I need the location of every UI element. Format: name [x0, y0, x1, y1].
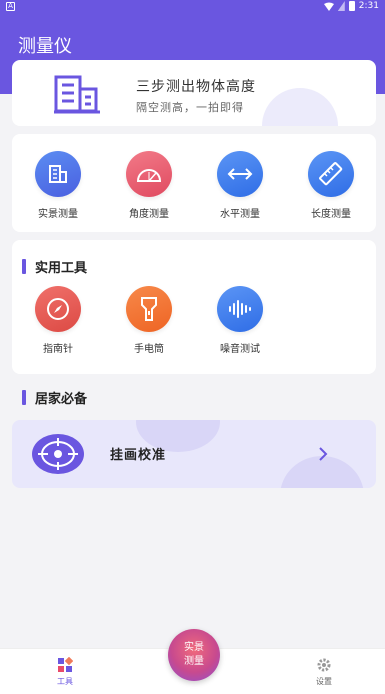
picture-calibration-banner[interactable]: 挂画校准 — [12, 420, 376, 488]
flashlight-icon — [126, 286, 172, 332]
signal-icon — [337, 1, 345, 11]
measure-tools-card: 实景测量 角度测量 水平测量 长度测量 — [12, 134, 376, 232]
fab-line1: 实景 — [184, 642, 204, 653]
tool-angle-measure[interactable]: 角度测量 — [114, 151, 184, 220]
horizontal-arrow-icon — [217, 151, 263, 197]
battery-icon — [348, 1, 355, 11]
hero-subline: 隔空测高，一拍即得 — [136, 101, 244, 114]
hero-headline: 三步测出物体高度 — [136, 79, 256, 95]
tab-tools[interactable]: 工具 — [45, 657, 85, 687]
section-title: 实用工具 — [22, 257, 87, 276]
page-title: 测量仪 — [18, 36, 72, 57]
section-accent-bar — [22, 259, 26, 274]
tool-label: 实景测量 — [38, 209, 78, 220]
tool-label: 水平测量 — [220, 209, 260, 220]
ruler-icon — [308, 151, 354, 197]
tool-compass[interactable]: 指南针 — [23, 286, 93, 355]
status-bar: A 2:31 — [0, 0, 385, 14]
fab-line2: 测量 — [184, 656, 204, 667]
tab-label: 工具 — [57, 677, 73, 686]
banner-label: 挂画校准 — [110, 448, 167, 463]
tool-label: 噪音测试 — [220, 344, 260, 355]
tool-real-scene-measure[interactable]: 实景测量 — [23, 151, 93, 220]
sound-wave-icon — [217, 286, 263, 332]
practical-tools-card: 实用工具 指南针 手电筒 噪音测试 — [12, 240, 376, 374]
target-icon — [32, 434, 84, 474]
tool-flashlight[interactable]: 手电筒 — [114, 286, 184, 355]
tool-label: 角度测量 — [129, 209, 169, 220]
tool-length-measure[interactable]: 长度测量 — [296, 151, 366, 220]
section-accent-bar — [22, 390, 26, 405]
tool-label: 长度测量 — [311, 209, 351, 220]
tab-settings[interactable]: 设置 — [304, 657, 344, 687]
chevron-right-icon — [319, 447, 328, 461]
protractor-icon — [126, 151, 172, 197]
tool-label: 手电筒 — [134, 344, 164, 355]
notification-indicator: A — [6, 2, 15, 11]
tool-label: 指南针 — [43, 344, 73, 355]
section-title: 居家必备 — [22, 388, 87, 407]
building-icon — [54, 75, 100, 114]
tool-horizontal-measure[interactable]: 水平测量 — [205, 151, 275, 220]
tool-noise-test[interactable]: 噪音测试 — [205, 286, 275, 355]
decorative-blob — [262, 88, 338, 126]
compass-icon — [35, 286, 81, 332]
wifi-icon — [323, 2, 334, 11]
building-icon — [35, 151, 81, 197]
tab-label: 设置 — [316, 677, 332, 686]
real-scene-measure-fab[interactable]: 实景 测量 — [168, 629, 220, 681]
status-time: 2:31 — [358, 1, 379, 11]
gear-icon — [317, 658, 331, 672]
hero-card[interactable]: 三步测出物体高度 隔空测高，一拍即得 — [12, 60, 376, 126]
tools-grid-icon — [58, 657, 73, 672]
